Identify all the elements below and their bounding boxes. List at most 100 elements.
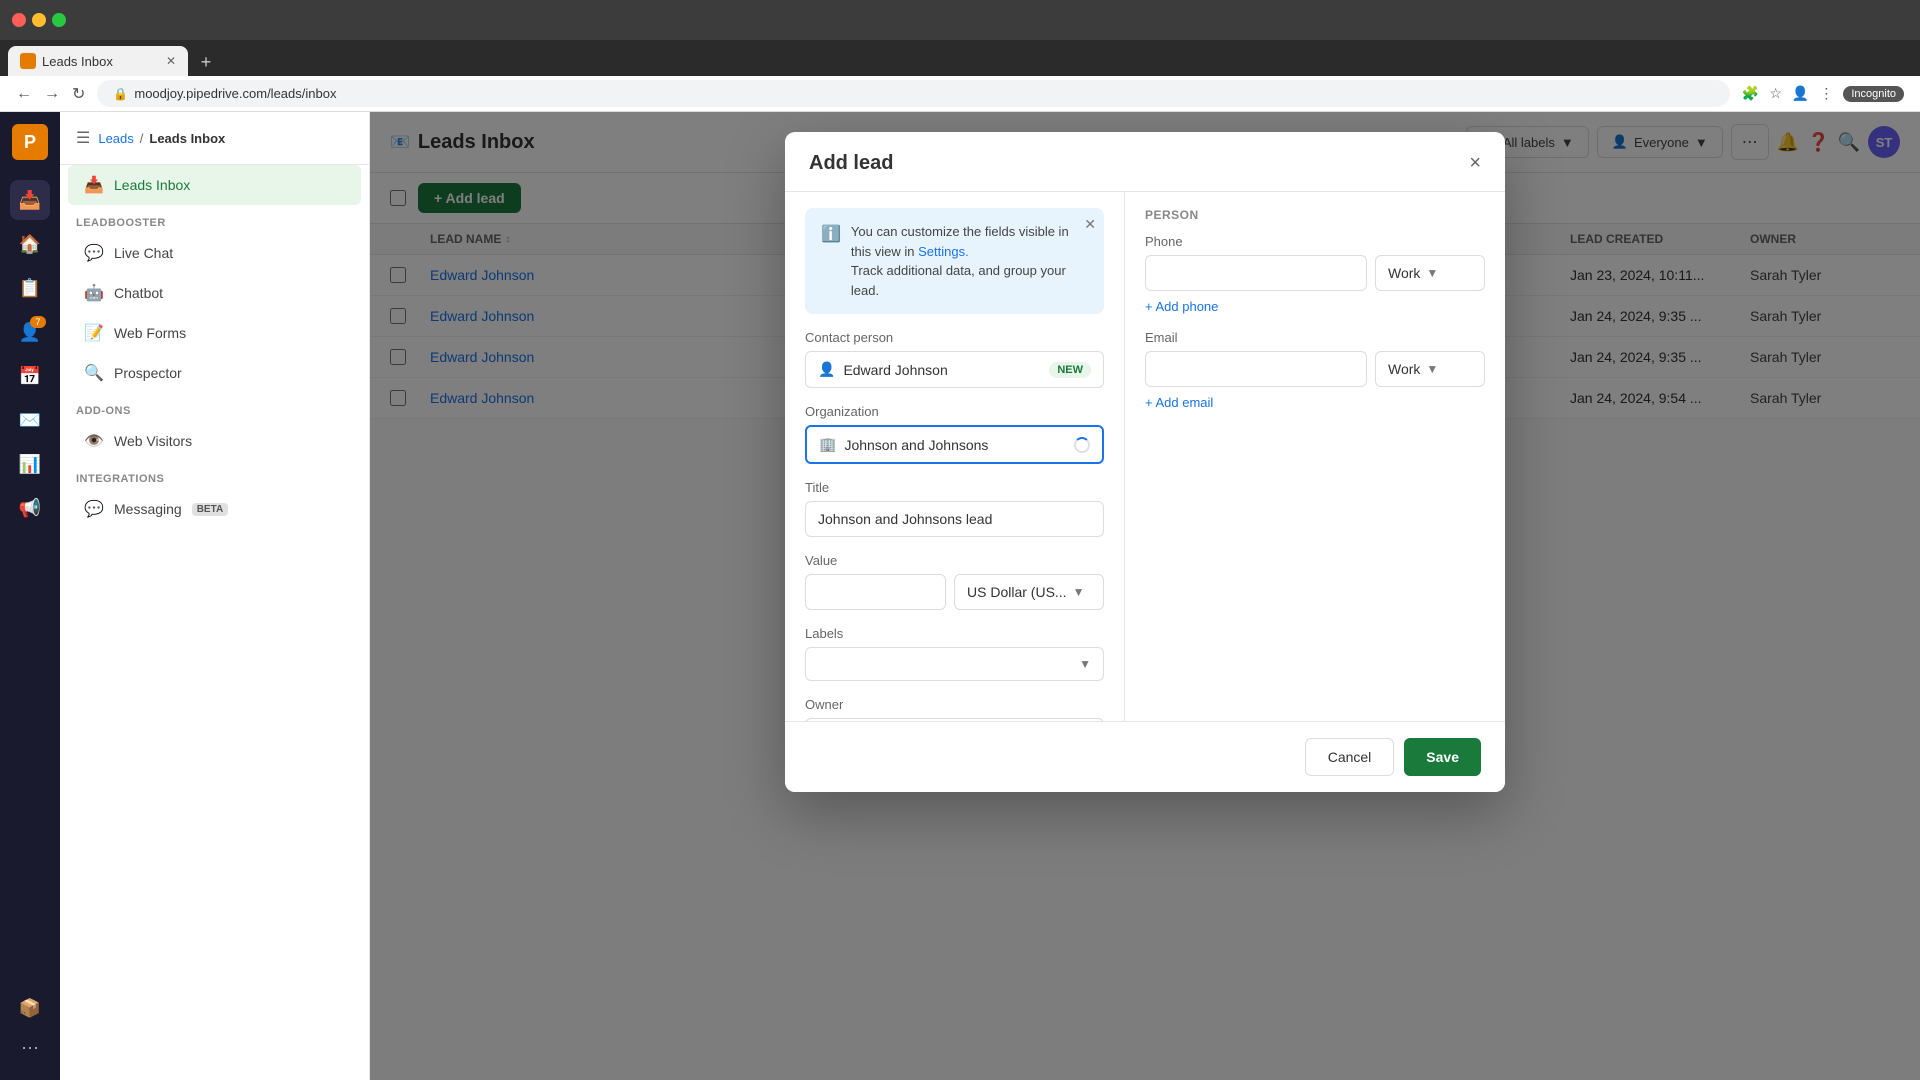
integrations-section-label: INTEGRATIONS [60, 461, 369, 489]
addons-section-label: ADD-ONS [60, 393, 369, 421]
sidebar-bottom: 📦 ⋯ [10, 988, 50, 1068]
refresh-btn[interactable]: ↻ [72, 84, 85, 104]
sidebar-toggle-icon[interactable]: ☰ [76, 128, 90, 148]
dialog-right-panel: PERSON Phone Work ▼ + Add ph [1125, 192, 1505, 721]
settings-link[interactable]: Settings. [918, 244, 969, 259]
main-area: 📧 Leads Inbox 🏷️ All labels ▼ 👤 Everyone… [370, 112, 1920, 1080]
save-button[interactable]: Save [1404, 738, 1481, 776]
labels-select[interactable]: ▼ [805, 647, 1104, 681]
nav-item-prospector[interactable]: 🔍 Prospector [68, 353, 361, 393]
phone-input[interactable] [1145, 255, 1367, 291]
add-email-link[interactable]: + Add email [1145, 395, 1485, 410]
labels-chevron: ▼ [1079, 657, 1091, 671]
loading-spinner [1074, 437, 1090, 453]
email-group: Email Work ▼ + Add email [1145, 330, 1485, 410]
email-label: Email [1145, 330, 1485, 345]
profile-icon[interactable]: 👤 [1792, 85, 1809, 102]
sidebar-item-deals[interactable]: 📋 [10, 268, 50, 308]
breadcrumb: Leads / Leads Inbox [98, 131, 225, 146]
dialog-title: Add lead [809, 152, 893, 175]
contact-person-group: Contact person 👤 NEW [805, 330, 1104, 388]
nav-item-messaging-label: Messaging [114, 501, 182, 517]
email-type-text: Work [1388, 361, 1420, 377]
nav-item-live-chat[interactable]: 💬 Live Chat [68, 233, 361, 273]
tab-close-btn[interactable]: ✕ [166, 54, 176, 68]
currency-text: US Dollar (US... [967, 584, 1067, 600]
sidebar-item-contacts[interactable]: 👤 7 [10, 312, 50, 352]
org-input-wrap: 🏢 [805, 425, 1104, 464]
currency-chevron: ▼ [1073, 585, 1085, 599]
window-close-btn[interactable] [12, 13, 26, 27]
nav-item-chatbot-label: Chatbot [114, 285, 163, 301]
organization-group: Organization 🏢 [805, 404, 1104, 464]
contacts-badge: 7 [30, 316, 46, 328]
info-banner: ℹ️ You can customize the fields visible … [805, 208, 1104, 314]
window-min-btn[interactable] [32, 13, 46, 27]
web-visitors-icon: 👁️ [84, 431, 104, 451]
prospector-icon: 🔍 [84, 363, 104, 383]
contact-input-wrap: 👤 NEW [805, 351, 1104, 388]
sidebar-item-reports[interactable]: 📊 [10, 444, 50, 484]
labels-group: Labels ▼ [805, 626, 1104, 681]
email-type-chevron: ▼ [1426, 362, 1438, 376]
dialog-body: ℹ️ You can customize the fields visible … [785, 192, 1505, 721]
org-input[interactable] [844, 437, 1066, 453]
title-label: Title [805, 480, 1104, 495]
new-tab-btn[interactable]: + [192, 48, 220, 76]
currency-select[interactable]: US Dollar (US... ▼ [954, 574, 1104, 610]
nav-item-web-forms[interactable]: 📝 Web Forms [68, 313, 361, 353]
new-badge: NEW [1049, 362, 1091, 378]
sidebar-item-activities[interactable]: 📅 [10, 356, 50, 396]
bookmark-icon[interactable]: ☆ [1769, 85, 1782, 102]
nav-item-chatbot[interactable]: 🤖 Chatbot [68, 273, 361, 313]
sidebar-item-leads[interactable]: 📥 [10, 180, 50, 220]
value-input[interactable] [805, 574, 946, 610]
add-phone-link[interactable]: + Add phone [1145, 299, 1485, 314]
window-max-btn[interactable] [52, 13, 66, 27]
forward-btn[interactable]: → [44, 85, 60, 103]
settings-icon[interactable]: ⋮ [1819, 85, 1833, 102]
dialog-footer: Cancel Save [785, 721, 1505, 792]
sidebar-item-announcements[interactable]: 📢 [10, 488, 50, 528]
title-input[interactable] [805, 501, 1104, 537]
contact-input[interactable] [843, 362, 1041, 378]
breadcrumb-current: Leads Inbox [149, 131, 225, 146]
messaging-icon: 💬 [84, 499, 104, 519]
leads-inbox-icon: 📥 [84, 175, 104, 195]
phone-type-text: Work [1388, 265, 1420, 281]
nav-item-web-visitors-label: Web Visitors [114, 433, 192, 449]
url-text: moodjoy.pipedrive.com/leads/inbox [134, 86, 336, 101]
app-logo[interactable]: P [12, 124, 48, 160]
back-btn[interactable]: ← [16, 85, 32, 103]
sidebar-item-products[interactable]: 📦 [10, 988, 50, 1028]
tab-bar: Leads Inbox ✕ + [0, 40, 1920, 76]
dialog-header: Add lead × [785, 132, 1505, 192]
title-group: Title [805, 480, 1104, 537]
nav-item-web-visitors[interactable]: 👁️ Web Visitors [68, 421, 361, 461]
breadcrumb-separator: / [140, 131, 144, 146]
email-row: Work ▼ [1145, 351, 1485, 387]
breadcrumb-parent[interactable]: Leads [98, 131, 133, 146]
value-row: US Dollar (US... ▼ [805, 574, 1104, 610]
email-type-select[interactable]: Work ▼ [1375, 351, 1485, 387]
cancel-button[interactable]: Cancel [1305, 738, 1395, 776]
sidebar-item-more[interactable]: ⋯ [10, 1028, 50, 1068]
sidebar-item-home[interactable]: 🏠 [10, 224, 50, 264]
info-banner-close-btn[interactable]: ✕ [1084, 216, 1096, 233]
nav-item-leads-inbox[interactable]: 📥 Leads Inbox [68, 165, 361, 205]
dialog-close-btn[interactable]: × [1469, 152, 1481, 175]
phone-group: Phone Work ▼ + Add phone [1145, 234, 1485, 314]
extensions-icon[interactable]: 🧩 [1742, 85, 1759, 102]
address-bar: ← → ↻ 🔒 moodjoy.pipedrive.com/leads/inbo… [0, 76, 1920, 112]
tab-favicon [20, 53, 36, 69]
info-text: You can customize the fields visible in … [851, 222, 1088, 300]
email-input[interactable] [1145, 351, 1367, 387]
nav-item-messaging[interactable]: 💬 Messaging BETA [68, 489, 361, 529]
sidebar-item-mail[interactable]: ✉️ [10, 400, 50, 440]
dialog-overlay: Add lead × ℹ️ You can customize the fiel… [370, 112, 1920, 1080]
phone-row: Work ▼ [1145, 255, 1485, 291]
nav-item-live-chat-label: Live Chat [114, 245, 173, 261]
url-bar[interactable]: 🔒 moodjoy.pipedrive.com/leads/inbox [97, 80, 1730, 107]
phone-type-select[interactable]: Work ▼ [1375, 255, 1485, 291]
active-tab[interactable]: Leads Inbox ✕ [8, 46, 188, 76]
